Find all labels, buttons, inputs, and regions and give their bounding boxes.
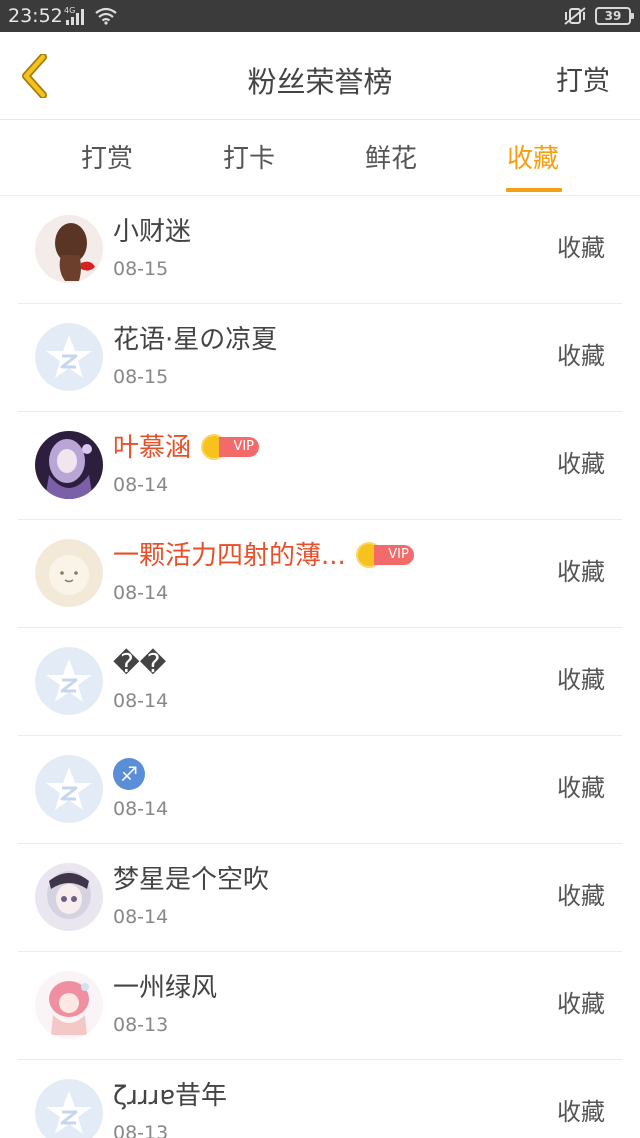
vip-badge: VIP xyxy=(355,541,414,568)
pink-hair-girl-icon[interactable] xyxy=(35,971,103,1039)
title-bar: 粉丝荣誉榜 打赏 xyxy=(0,32,640,120)
status-bar: 23:52 4G 39 xyxy=(0,0,640,32)
fan-date: 08-15 xyxy=(113,258,169,280)
sagittarius-icon: ♐ xyxy=(113,758,145,790)
fan-action-label: 收藏 xyxy=(557,558,605,586)
tab-checkin[interactable]: 打卡 xyxy=(189,121,309,196)
list-item[interactable]: �� 08-14 收藏 xyxy=(18,628,622,736)
fan-name-row: ♐ xyxy=(113,754,145,791)
tab-reward[interactable]: 打赏 xyxy=(47,121,167,196)
status-time: 23:52 xyxy=(8,5,63,27)
fan-action-label: 收藏 xyxy=(557,666,605,694)
page-title: 粉丝荣誉榜 xyxy=(247,65,393,99)
list-item[interactable]: 小财迷 08-15 收藏 xyxy=(18,196,622,304)
list-item[interactable]: 叶慕涵 VIP 08-14 收藏 xyxy=(18,412,622,520)
signal-icon: 4G xyxy=(64,6,88,30)
battery-icon: 39 xyxy=(595,7,634,25)
fan-date: 08-14 xyxy=(113,474,169,496)
default-star-avatar-icon[interactable] xyxy=(35,1079,103,1138)
fan-date: 08-14 xyxy=(113,690,169,712)
fan-date: 08-14 xyxy=(113,798,169,820)
fan-action-label: 收藏 xyxy=(557,774,605,802)
reward-button[interactable]: 打赏 xyxy=(556,62,610,102)
fan-date: 08-14 xyxy=(113,906,169,928)
tab-bar: 打赏 打卡 鲜花 收藏 xyxy=(0,121,640,196)
tab-flowers[interactable]: 鲜花 xyxy=(331,121,451,196)
vibrate-mute-icon xyxy=(562,6,588,30)
list-item[interactable]: 一州绿风 08-13 收藏 xyxy=(18,952,622,1060)
tab-favorites[interactable]: 收藏 xyxy=(473,121,593,196)
fan-name: ζɹɹɹɐ昔年 xyxy=(113,1081,228,1111)
list-item[interactable]: ζɹɹɹɐ昔年 08-13 收藏 xyxy=(18,1060,622,1138)
fan-action-label: 收藏 xyxy=(557,450,605,478)
fan-name: 一颗活力四射的薄... xyxy=(113,541,346,571)
default-star-avatar-icon[interactable] xyxy=(35,323,103,391)
fan-name: 叶慕涵 xyxy=(113,433,192,463)
fan-action-label: 收藏 xyxy=(557,1098,605,1126)
default-star-avatar-icon[interactable] xyxy=(35,647,103,715)
fan-action-label: 收藏 xyxy=(557,342,605,370)
fan-name: �� xyxy=(113,649,167,679)
list-item[interactable]: ♐ 08-14 收藏 xyxy=(18,736,622,844)
fan-date: 08-15 xyxy=(113,366,169,388)
list-item[interactable]: 花语·星の凉夏 08-15 收藏 xyxy=(18,304,622,412)
fan-date: 08-13 xyxy=(113,1014,169,1036)
fan-name-row: 一颗活力四射的薄... VIP xyxy=(113,538,414,574)
fan-date: 08-13 xyxy=(113,1122,169,1138)
fan-list: 小财迷 08-15 收藏 花语·星の凉夏 08-15 收藏 叶慕涵 VIP 08… xyxy=(0,196,640,1138)
vip-label: VIP xyxy=(373,544,414,565)
fan-action-label: 收藏 xyxy=(557,882,605,910)
fan-name-row: 叶慕涵 VIP xyxy=(113,430,260,466)
fan-name: 小财迷 xyxy=(113,217,192,247)
tab-active-indicator xyxy=(506,188,562,192)
svg-text:4G: 4G xyxy=(64,6,75,15)
fan-date: 08-14 xyxy=(113,582,169,604)
vip-badge: VIP xyxy=(201,433,260,460)
fan-name: 一州绿风 xyxy=(113,973,218,1003)
fan-action-label: 收藏 xyxy=(557,234,605,262)
tab-favorites-label: 收藏 xyxy=(506,144,559,174)
anime-girl-white-hair-icon[interactable] xyxy=(35,863,103,931)
photo-girl-braid-icon[interactable] xyxy=(35,215,103,283)
vip-label: VIP xyxy=(219,436,260,457)
default-star-avatar-icon[interactable] xyxy=(35,755,103,823)
anime-girl-purple-icon[interactable] xyxy=(35,431,103,499)
plush-toy-cream-icon[interactable] xyxy=(35,539,103,607)
list-item[interactable]: 梦星是个空吹 08-14 收藏 xyxy=(18,844,622,952)
fan-name: 花语·星の凉夏 xyxy=(113,325,278,355)
fan-name: 梦星是个空吹 xyxy=(113,865,270,895)
fan-action-label: 收藏 xyxy=(557,990,605,1018)
wifi-icon xyxy=(94,7,118,29)
list-item[interactable]: 一颗活力四射的薄... VIP 08-14 收藏 xyxy=(18,520,622,628)
